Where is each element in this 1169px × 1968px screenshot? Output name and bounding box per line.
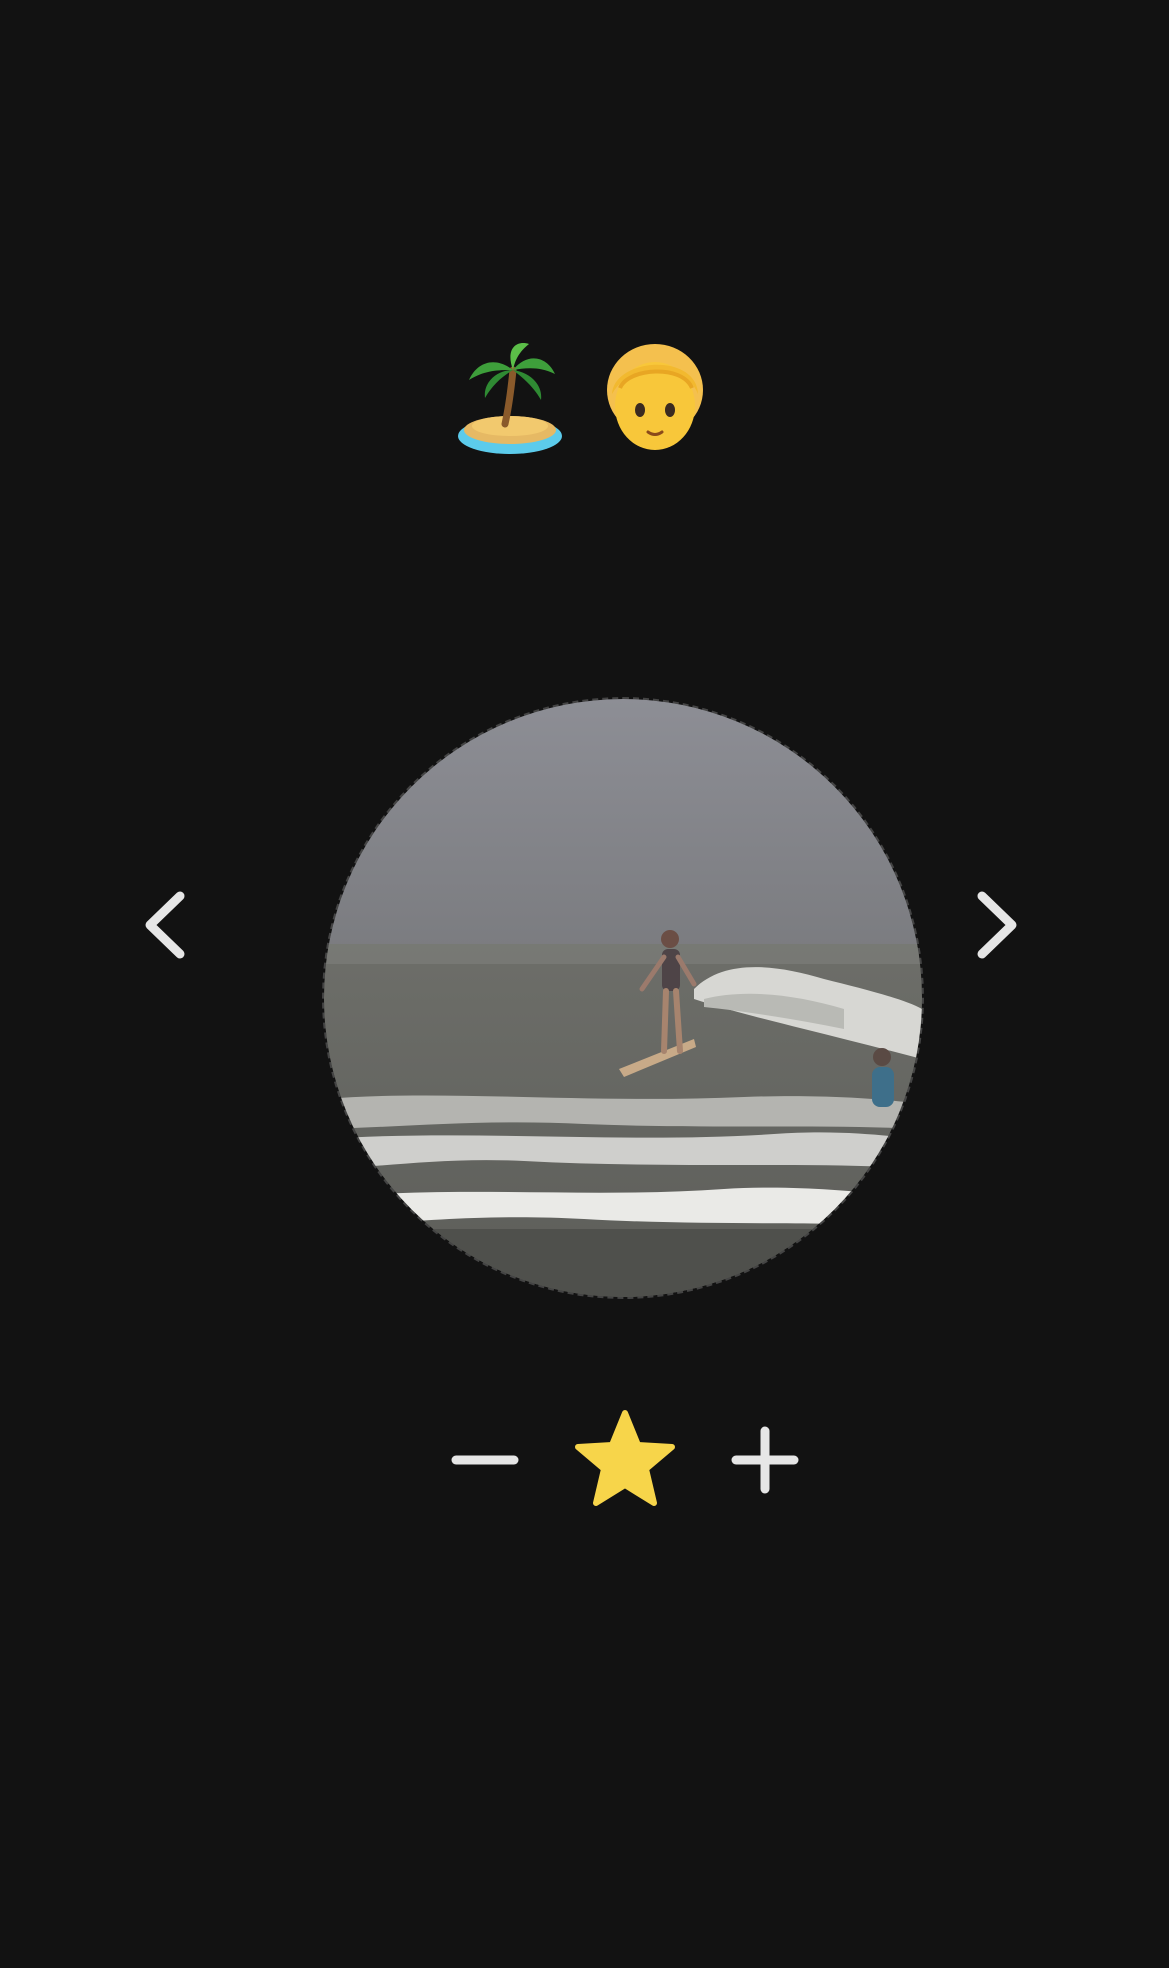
blond-person-emoji-icon xyxy=(600,340,710,460)
star-icon xyxy=(575,1410,675,1506)
chevron-left-icon xyxy=(145,891,185,959)
decrease-button[interactable] xyxy=(430,1405,540,1515)
previous-button[interactable] xyxy=(120,880,210,970)
next-button[interactable] xyxy=(952,880,1042,970)
rating-controls xyxy=(430,1405,830,1515)
surfers-on-wave-image xyxy=(324,699,922,1297)
emoji-header xyxy=(455,340,715,460)
chevron-right-icon xyxy=(977,891,1017,959)
favorite-star-button[interactable] xyxy=(570,1405,680,1515)
island-palm-emoji-icon xyxy=(455,340,565,460)
surf-photo xyxy=(322,697,924,1299)
minus-icon xyxy=(451,1455,519,1465)
plus-icon xyxy=(731,1426,799,1494)
increase-button[interactable] xyxy=(710,1405,820,1515)
